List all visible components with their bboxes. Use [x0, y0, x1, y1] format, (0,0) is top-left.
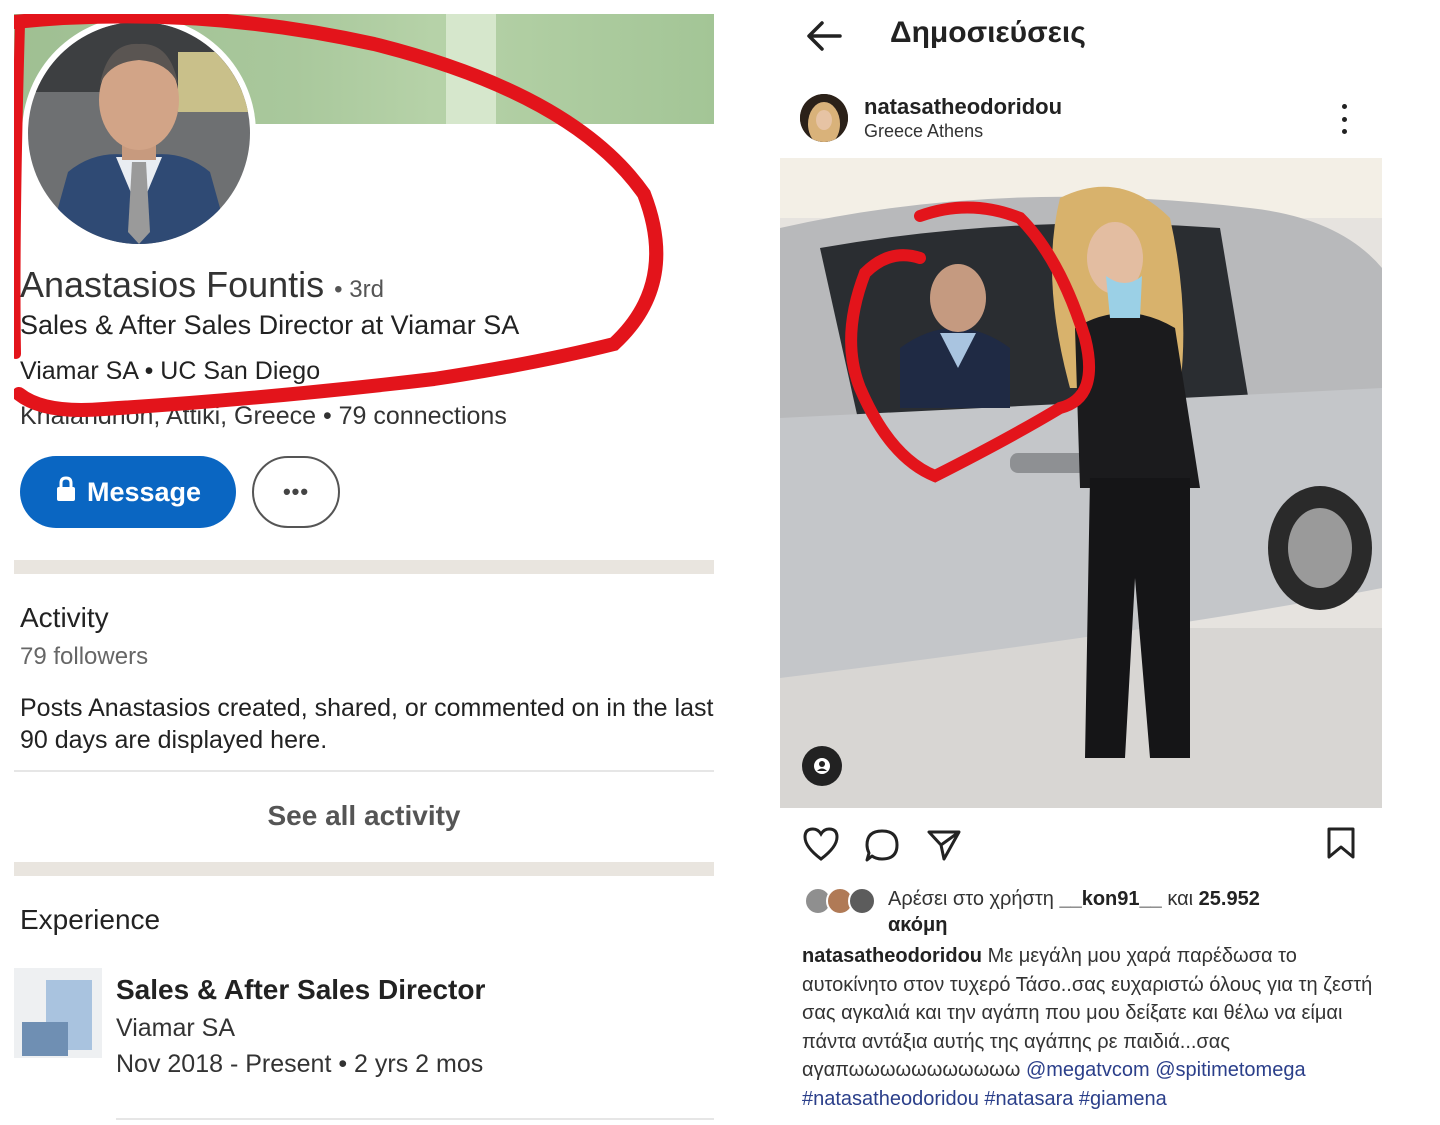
more-vertical-icon[interactable]	[1332, 104, 1356, 134]
post-photo[interactable]	[780, 158, 1382, 808]
linkedin-profile-panel: Anastasios Fountis • 3rd Sales & After S…	[14, 14, 714, 1125]
liker-avatars[interactable]	[804, 886, 878, 916]
red-circle-annotation	[845, 201, 1096, 483]
activity-description: Posts Anastasios created, shared, or com…	[20, 694, 714, 754]
activity-title: Activity	[20, 602, 109, 633]
experience-title: Experience	[20, 904, 161, 935]
likes-count[interactable]: 25.952	[1199, 888, 1260, 910]
likes-summary[interactable]: Αρέσει στο χρήστη __kon91__ και 25.952 α…	[888, 886, 1358, 938]
followers-count: 79 followers	[20, 643, 149, 670]
experience-dates: Nov 2018 - Present • 2 yrs 2 mos	[116, 1050, 484, 1078]
page-title: Δημοσιεύσεις	[890, 16, 1086, 49]
comment-icon[interactable]	[864, 828, 900, 869]
heart-icon[interactable]	[802, 826, 840, 867]
caption-tag[interactable]: @spitimetomega	[1155, 1059, 1305, 1081]
instagram-post-panel: Δημοσιεύσεις natasatheodoridou Greece At…	[780, 0, 1440, 1125]
poster-avatar[interactable]	[800, 94, 848, 142]
poster-username[interactable]: natasatheodoridou	[864, 94, 1062, 120]
red-circle-annotation	[14, 14, 664, 417]
caption-tag[interactable]: #natasara	[984, 1088, 1073, 1110]
likes-user[interactable]: __kon91__	[1059, 888, 1161, 910]
see-all-activity-link[interactable]: See all activity	[14, 800, 714, 832]
caption-username[interactable]: natasatheodoridou	[802, 945, 982, 967]
more-options-label: •••	[282, 479, 310, 504]
likes-and: και	[1167, 888, 1194, 910]
share-icon[interactable]	[926, 828, 962, 867]
section-divider	[14, 560, 714, 574]
user-tag-icon[interactable]	[802, 746, 842, 786]
bookmark-icon[interactable]	[1326, 826, 1356, 865]
likes-prefix: Αρέσει στο χρήστη	[888, 888, 1054, 910]
back-arrow-icon[interactable]	[804, 18, 844, 54]
message-button-label: Message	[86, 476, 202, 507]
lock-icon	[55, 475, 77, 509]
experience-company: Viamar SA	[116, 1014, 236, 1042]
post-caption: natasatheodoridou Με μεγάλη μου χαρά παρ…	[802, 942, 1392, 1113]
experience-role[interactable]: Sales & After Sales Director	[116, 974, 485, 1006]
company-logo[interactable]	[14, 968, 102, 1058]
likes-suffix[interactable]: ακόμη	[888, 914, 947, 936]
post-location[interactable]: Greece Athens	[864, 121, 983, 142]
activity-divider	[14, 770, 714, 772]
caption-tag[interactable]: #natasatheodoridou	[802, 1088, 979, 1110]
message-button[interactable]: Message	[20, 456, 236, 528]
caption-tag[interactable]: @megatvcom	[1026, 1059, 1150, 1081]
more-options-button[interactable]: •••	[252, 456, 340, 528]
caption-tag[interactable]: #giamena	[1079, 1088, 1167, 1110]
experience-divider	[116, 1118, 714, 1120]
section-divider	[14, 862, 714, 876]
